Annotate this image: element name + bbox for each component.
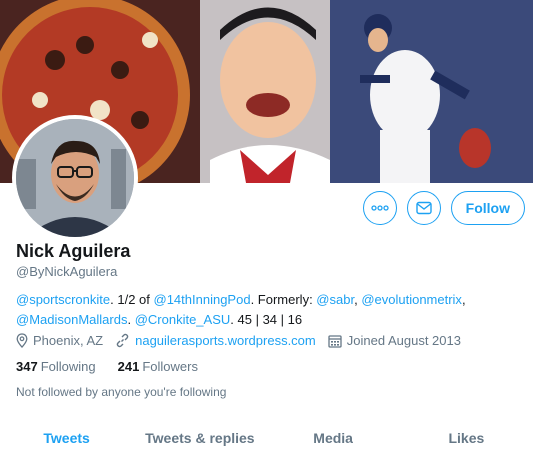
website-link[interactable]: naguilerasports.wordpress.com: [135, 333, 316, 348]
bio-text: .: [127, 312, 135, 327]
bio-text: ,: [461, 292, 466, 307]
bio-text: . 1/2 of: [110, 292, 154, 307]
tab-tweets[interactable]: Tweets: [0, 422, 133, 457]
location: Phoenix, AZ: [16, 333, 103, 348]
bio-mention-evolutionmetrix[interactable]: @evolutionmetrix: [361, 292, 462, 307]
bio-mention-cronkite-asu[interactable]: @Cronkite_ASU: [135, 312, 231, 327]
tab-tweets-replies[interactable]: Tweets & replies: [133, 422, 266, 457]
bio-mention-sportscronkite[interactable]: @sportscronkite: [16, 292, 110, 307]
following-number: 347: [16, 359, 38, 374]
not-followed-notice: Not followed by anyone you're following: [16, 385, 227, 399]
profile-actions: Follow: [362, 191, 525, 225]
bio-text: . 45 | 34 | 16: [230, 312, 303, 327]
follow-button[interactable]: Follow: [450, 191, 525, 225]
bio-mention-14thinningpod[interactable]: @14thInningPod: [154, 292, 251, 307]
profile-bio: @sportscronkite. 1/2 of @14thInningPod. …: [16, 290, 521, 330]
more-options-button[interactable]: [362, 191, 397, 225]
profile-handle: @ByNickAguilera: [16, 264, 118, 279]
tab-media[interactable]: Media: [267, 422, 400, 457]
bio-mention-madisonmallards[interactable]: @MadisonMallards: [16, 312, 127, 327]
profile-meta: Phoenix, AZ naguilerasports.wordpress.co…: [16, 333, 473, 348]
followers-number: 241: [117, 359, 140, 374]
location-pin-icon: [16, 333, 28, 348]
location-text: Phoenix, AZ: [33, 333, 104, 348]
message-button[interactable]: [406, 191, 441, 225]
more-dots-icon: [371, 205, 389, 211]
link-icon: [116, 333, 129, 348]
bio-mention-sabr[interactable]: @sabr: [316, 292, 354, 307]
bio-text: . Formerly:: [250, 292, 317, 307]
following-label: Following: [40, 359, 96, 374]
profile-tabs: Tweets Tweets & replies Media Likes: [0, 422, 533, 457]
following-count[interactable]: 347 Following: [16, 359, 96, 374]
profile-name: Nick Aguilera: [16, 241, 131, 261]
follow-counts: 347 Following 241 Followers: [16, 359, 220, 374]
website[interactable]: naguilerasports.wordpress.com: [115, 333, 316, 348]
calendar-icon: [328, 334, 342, 348]
envelope-icon: [415, 201, 432, 215]
followers-label: Followers: [142, 359, 198, 374]
joined-date: Joined August 2013: [328, 333, 461, 348]
profile-avatar[interactable]: [12, 115, 138, 241]
followers-count[interactable]: 241 Followers: [118, 359, 198, 374]
joined-text: Joined August 2013: [346, 333, 461, 348]
tab-likes[interactable]: Likes: [400, 422, 533, 457]
